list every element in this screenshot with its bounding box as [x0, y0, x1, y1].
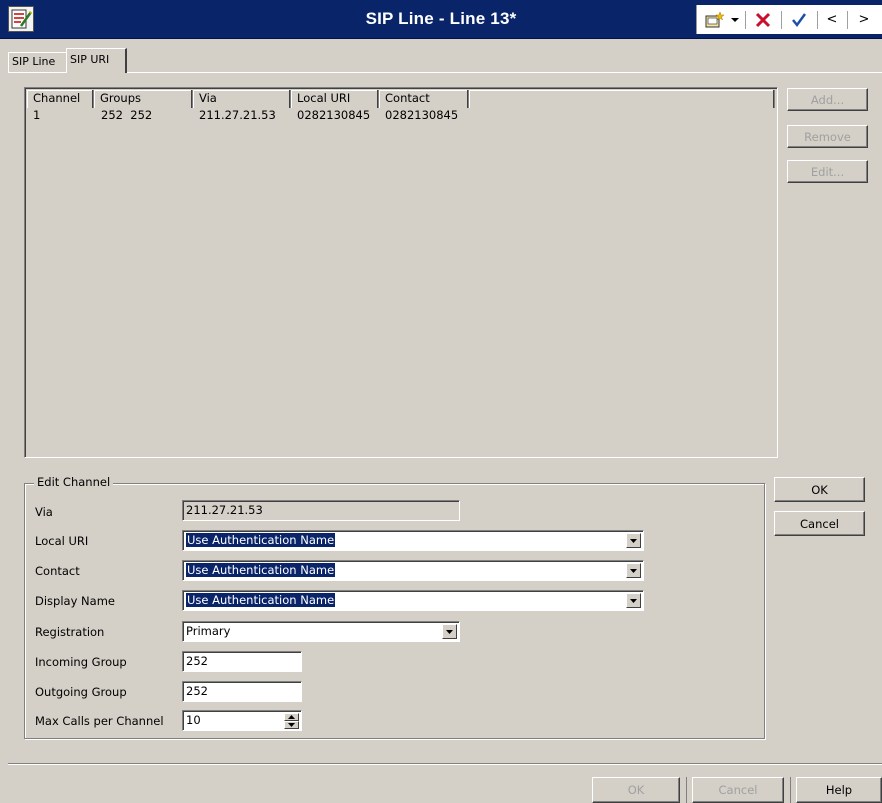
contact-label: Contact	[35, 564, 80, 578]
remove-button[interactable]: Remove	[787, 125, 868, 148]
edit-channel-title: Edit Channel	[34, 475, 114, 489]
new-item-icon[interactable]	[703, 5, 727, 34]
bottom-separator-highlight	[8, 764, 882, 765]
toolbar-separator	[817, 11, 818, 29]
contact-value: Use Authentication Name	[186, 563, 336, 577]
registration-dropdown[interactable]: Primary	[182, 621, 460, 642]
column-header-channel[interactable]: Channel	[27, 90, 94, 108]
delete-icon[interactable]	[751, 5, 775, 34]
max-calls-stepper[interactable]: 10	[182, 710, 302, 731]
max-calls-value: 10	[186, 713, 201, 727]
column-header-filler	[469, 90, 775, 108]
edit-channel-group	[24, 483, 765, 739]
new-item-dropdown-icon[interactable]	[729, 5, 741, 34]
column-header-local-uri[interactable]: Local URI	[291, 90, 379, 108]
display-name-label: Display Name	[35, 594, 115, 608]
validate-checkmark-icon[interactable]	[787, 5, 811, 34]
outgoing-group-label: Outgoing Group	[35, 685, 127, 699]
cell-local-uri: 0282130845	[297, 108, 371, 122]
column-header-via[interactable]: Via	[193, 90, 291, 108]
via-field[interactable]: 211.27.21.53	[182, 500, 460, 521]
button-separator	[790, 777, 791, 803]
edit-button[interactable]: Edit...	[787, 160, 868, 183]
max-calls-label: Max Calls per Channel	[35, 714, 164, 728]
column-header-groups[interactable]: Groups	[94, 90, 193, 108]
cell-contact: 0282130845	[385, 108, 459, 122]
local-uri-dropdown[interactable]: Use Authentication Name	[182, 530, 644, 551]
column-header-contact[interactable]: Contact	[379, 90, 469, 108]
toolbar-separator	[847, 11, 848, 29]
title-bar: SIP Line - Line 13* < >	[0, 0, 882, 39]
tab-strip-line	[8, 72, 882, 73]
back-button[interactable]: <	[821, 5, 843, 34]
display-name-dropdown[interactable]: Use Authentication Name	[182, 590, 644, 611]
chevron-down-icon[interactable]	[626, 563, 641, 578]
incoming-group-field[interactable]: 252	[182, 651, 302, 672]
edit-cancel-button[interactable]: Cancel	[774, 511, 865, 536]
registration-value: Primary	[186, 624, 231, 638]
local-uri-label: Local URI	[35, 534, 89, 548]
edit-ok-button[interactable]: OK	[774, 477, 865, 502]
incoming-group-label: Incoming Group	[35, 655, 127, 669]
display-name-value: Use Authentication Name	[186, 593, 336, 607]
help-button[interactable]: Help	[796, 777, 882, 803]
table-row[interactable]: 1 252 252 211.27.21.53 0282130845 028213…	[27, 108, 469, 122]
contact-dropdown[interactable]: Use Authentication Name	[182, 560, 644, 581]
tab-sip-line[interactable]: SIP Line	[8, 52, 68, 72]
title-toolbar: < >	[696, 5, 882, 34]
chevron-down-icon[interactable]	[442, 624, 457, 639]
outgoing-group-field[interactable]: 252	[182, 681, 302, 702]
chevron-down-icon[interactable]	[626, 593, 641, 608]
toolbar-separator	[745, 11, 746, 29]
registration-label: Registration	[35, 625, 105, 639]
via-label: Via	[35, 505, 53, 519]
list-header: Channel Groups Via Local URI Contact	[27, 90, 775, 108]
sip-uri-list[interactable]: Channel Groups Via Local URI Contact 1 2…	[24, 87, 778, 458]
add-button[interactable]: Add...	[787, 88, 868, 111]
button-separator	[686, 777, 687, 803]
cell-via: 211.27.21.53	[199, 108, 276, 122]
dialog-cancel-button[interactable]: Cancel	[692, 777, 784, 803]
tab-sip-uri[interactable]: SIP URI	[66, 48, 127, 73]
cell-channel: 1	[33, 108, 41, 122]
cell-groups: 252 252	[101, 108, 153, 122]
forward-button[interactable]: >	[853, 5, 875, 34]
chevron-down-icon[interactable]	[626, 533, 641, 548]
dialog-ok-button[interactable]: OK	[592, 777, 680, 803]
toolbar-separator	[781, 11, 782, 29]
spin-up-icon[interactable]	[284, 713, 299, 721]
local-uri-value: Use Authentication Name	[186, 533, 336, 547]
spin-down-icon[interactable]	[284, 721, 299, 729]
